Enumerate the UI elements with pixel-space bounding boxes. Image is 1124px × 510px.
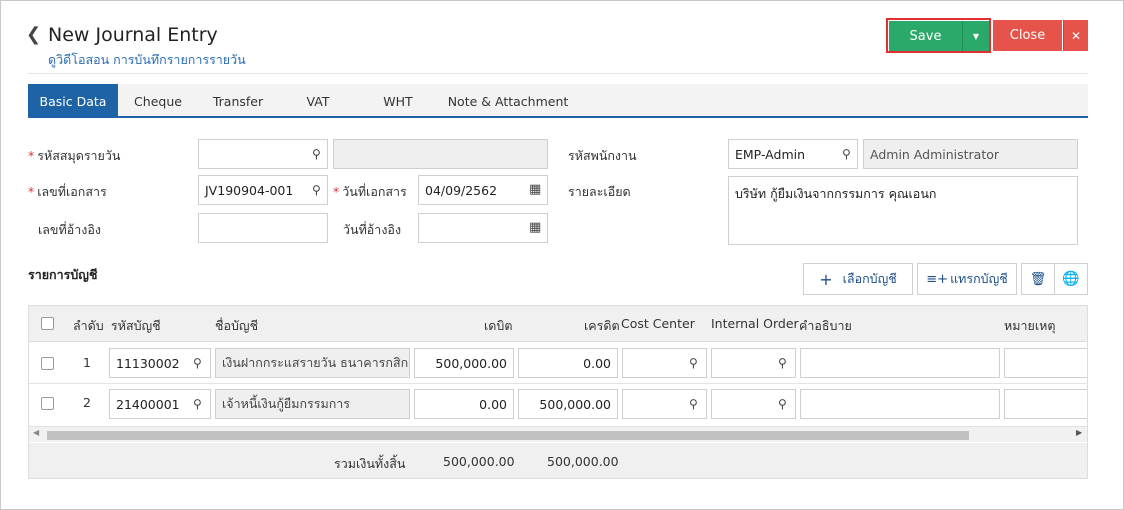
tab-vat[interactable]: VAT bbox=[278, 84, 358, 118]
scroll-right-icon[interactable]: ▶ bbox=[1076, 428, 1082, 437]
col-internal-order: Internal Order bbox=[711, 316, 799, 331]
tab-cheque[interactable]: Cheque bbox=[118, 84, 198, 118]
scroll-left-icon[interactable]: ◀ bbox=[33, 428, 39, 437]
employee-name-field: Admin Administrator bbox=[863, 139, 1078, 169]
account-name-field: เงินฝากกระแสรายวัน ธนาคารกสิกร bbox=[215, 348, 410, 378]
description-input[interactable] bbox=[800, 348, 1000, 378]
credit-input[interactable]: 0.00 bbox=[518, 348, 618, 378]
trash-icon: 🗑 bbox=[1029, 271, 1047, 287]
accounts-table: ลำดับ รหัสบัญชี ชื่อบัญชี เดบิต เครดิต C… bbox=[28, 305, 1088, 479]
doc-no-label: * เลขที่เอกสาร bbox=[28, 184, 107, 199]
save-button[interactable]: Save bbox=[889, 21, 962, 51]
tab-transfer[interactable]: Transfer bbox=[198, 84, 278, 118]
tab-basic-data[interactable]: Basic Data bbox=[28, 84, 118, 118]
remark-input[interactable] bbox=[1004, 389, 1087, 419]
close-icon: ✕ bbox=[1070, 28, 1082, 43]
search-icon[interactable]: ⚲ bbox=[689, 356, 698, 370]
insert-account-button[interactable]: ≡+ แทรกบัญชี bbox=[917, 263, 1017, 295]
save-dropdown-button[interactable]: ▼ bbox=[962, 21, 989, 51]
doc-date-label: * วันที่เอกสาร bbox=[333, 184, 407, 199]
total-label: รวมเงินทั้งสิ้น bbox=[334, 456, 406, 471]
search-icon[interactable]: ⚲ bbox=[312, 147, 321, 161]
remark-input[interactable] bbox=[1004, 348, 1087, 378]
col-cost-center: Cost Center bbox=[621, 316, 695, 331]
debit-input[interactable]: 500,000.00 bbox=[414, 348, 514, 378]
delete-button[interactable]: 🗑 bbox=[1021, 263, 1055, 295]
employee-code-input[interactable]: EMP-Admin bbox=[728, 139, 858, 169]
globe-icon: 🌐 bbox=[1062, 271, 1080, 287]
search-icon[interactable]: ⚲ bbox=[778, 356, 787, 370]
employee-label: รหัสพนักงาน bbox=[568, 148, 637, 163]
ref-no-label: เลขที่อ้างอิง bbox=[38, 222, 101, 237]
col-code: รหัสบัญชี bbox=[111, 318, 161, 333]
search-icon[interactable]: ⚲ bbox=[193, 356, 202, 370]
search-icon[interactable]: ⚲ bbox=[193, 397, 202, 411]
table-header: ลำดับ รหัสบัญชี ชื่อบัญชี เดบิต เครดิต C… bbox=[29, 306, 1087, 342]
calendar-icon[interactable]: ▦ bbox=[529, 220, 541, 235]
caret-down-icon: ▼ bbox=[972, 31, 980, 41]
plus-icon: + bbox=[819, 269, 833, 289]
page-title: New Journal Entry bbox=[48, 24, 218, 46]
tutorial-link[interactable]: ดูวิดีโอสอน การบันทึกรายการรายวัน bbox=[48, 50, 246, 70]
scrollbar-thumb[interactable] bbox=[47, 431, 969, 440]
col-credit: เครดิต bbox=[584, 318, 620, 333]
description-input[interactable] bbox=[800, 389, 1000, 419]
accounts-section-title: รายการบัญชี bbox=[28, 267, 98, 282]
search-icon[interactable]: ⚲ bbox=[312, 183, 321, 197]
tab-wht[interactable]: WHT bbox=[358, 84, 438, 118]
journal-book-name-field bbox=[333, 139, 548, 169]
col-name: ชื่อบัญชี bbox=[215, 318, 259, 333]
debit-input[interactable]: 0.00 bbox=[414, 389, 514, 419]
row-checkbox[interactable] bbox=[41, 357, 54, 370]
close-x-button[interactable]: ✕ bbox=[1063, 20, 1088, 51]
col-remark: หมายเหตุ bbox=[1004, 318, 1056, 333]
horizontal-scrollbar[interactable]: ◀ ▶ bbox=[29, 426, 1087, 442]
table-footer: รวมเงินทั้งสิ้น 500,000.00 500,000.00 bbox=[29, 443, 1087, 478]
globe-button[interactable]: 🌐 bbox=[1054, 263, 1088, 295]
chevron-left-icon[interactable]: ❮ bbox=[26, 24, 41, 45]
journal-book-input[interactable] bbox=[198, 139, 328, 169]
row-checkbox[interactable] bbox=[41, 397, 54, 410]
detail-label: รายละเอียด bbox=[568, 184, 631, 199]
ref-no-input[interactable] bbox=[198, 213, 328, 243]
journal-book-label: * รหัสสมุดรายวัน bbox=[28, 148, 121, 163]
search-icon[interactable]: ⚲ bbox=[842, 147, 851, 161]
search-icon[interactable]: ⚲ bbox=[689, 397, 698, 411]
row-divider bbox=[29, 383, 1087, 384]
total-credit: 500,000.00 bbox=[547, 454, 619, 469]
detail-textarea[interactable]: บริษัท กู้ยืมเงินจากกรรมการ คุณเอนก bbox=[728, 176, 1078, 245]
tab-note-attachment[interactable]: Note & Attachment bbox=[438, 84, 578, 118]
header-divider bbox=[28, 73, 1088, 74]
total-debit: 500,000.00 bbox=[443, 454, 515, 469]
close-button[interactable]: Close bbox=[993, 20, 1062, 51]
search-icon[interactable]: ⚲ bbox=[778, 397, 787, 411]
doc-no-input[interactable]: JV190904-001 bbox=[198, 175, 328, 205]
ref-date-label: วันที่อ้างอิง bbox=[343, 222, 402, 237]
calendar-icon[interactable]: ▦ bbox=[529, 182, 541, 197]
col-description: คำอธิบาย bbox=[799, 318, 852, 333]
credit-input[interactable]: 500,000.00 bbox=[518, 389, 618, 419]
select-account-button[interactable]: + เลือกบัญชี bbox=[803, 263, 913, 295]
account-name-field: เจ้าหนี้เงินกู้ยืมกรรมการ bbox=[215, 389, 410, 419]
row-no: 2 bbox=[83, 395, 91, 410]
col-no: ลำดับ bbox=[73, 318, 104, 333]
row-no: 1 bbox=[83, 355, 91, 370]
list-add-icon: ≡+ bbox=[926, 271, 949, 287]
col-debit: เดบิต bbox=[484, 318, 513, 333]
select-all-checkbox[interactable] bbox=[41, 317, 54, 330]
